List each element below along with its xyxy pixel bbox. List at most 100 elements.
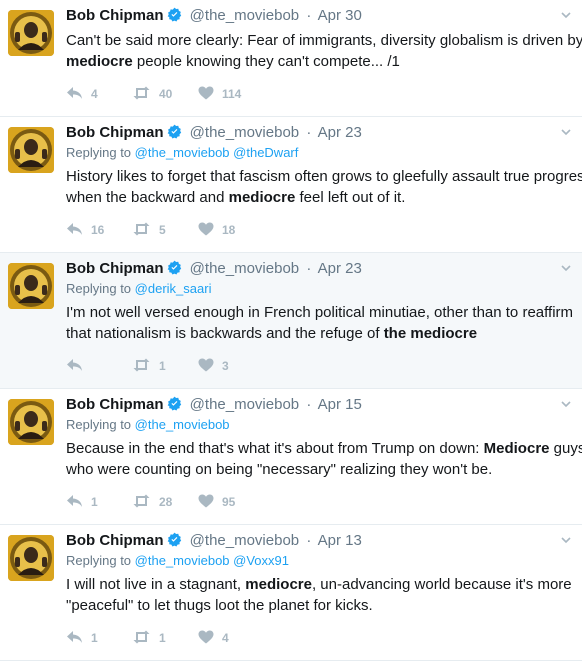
reply-to-link[interactable]: @the_moviebob @Voxx91 <box>135 553 289 568</box>
bold-keyword: mediocre <box>228 189 296 206</box>
tweet-text: Because in the end that's what it's abou… <box>66 438 582 480</box>
tweet-text-line: that nationalism is backwards and the re… <box>66 325 478 342</box>
verified-badge-icon <box>167 7 182 22</box>
user-handle[interactable]: @the_moviebob <box>190 532 299 549</box>
verified-badge-icon <box>167 124 182 139</box>
heart-icon <box>198 358 222 375</box>
tweet-item[interactable]: Bob Chipman @the_moviebob · Apr 30 Can't… <box>0 0 582 117</box>
reply-count: 1 <box>91 631 98 645</box>
verified-badge-icon <box>167 532 182 547</box>
tweet-header: Bob Chipman @the_moviebob · Apr 13 <box>66 531 572 551</box>
chevron-down-icon[interactable] <box>560 125 572 137</box>
like-count: 3 <box>222 359 229 373</box>
tweet-actions: 4 40 114 <box>66 72 572 116</box>
tweet-text: I'm not well versed enough in French pol… <box>66 302 574 344</box>
avatar[interactable] <box>8 127 54 173</box>
like-button[interactable]: 3 <box>198 358 264 375</box>
tweet-text-line: Because in the end that's what it's abou… <box>66 440 582 457</box>
tweet-header: Bob Chipman @the_moviebob · Apr 30 <box>66 6 572 26</box>
reply-to-link[interactable]: @the_moviebob @theDwarf <box>135 145 299 160</box>
user-handle[interactable]: @the_moviebob <box>190 396 299 413</box>
user-display-name[interactable]: Bob Chipman <box>66 396 164 413</box>
tweet-date[interactable]: Apr 15 <box>318 396 362 413</box>
tweet-text-line: Can't be said more clearly: Fear of immi… <box>66 32 582 49</box>
tweet-text-line: when the backward and mediocre feel left… <box>66 189 406 206</box>
replying-to-label: Replying to <box>66 553 132 568</box>
bold-keyword: Mediocre <box>483 440 550 457</box>
tweet-date[interactable]: Apr 23 <box>318 124 362 141</box>
reply-button[interactable]: 1 <box>66 494 132 511</box>
tweet-actions: 16 5 18 <box>66 208 572 252</box>
retweet-count: 1 <box>159 359 166 373</box>
chevron-down-icon[interactable] <box>560 397 572 409</box>
verified-badge-icon <box>167 260 182 275</box>
tweet-header: Bob Chipman @the_moviebob · Apr 23 <box>66 123 572 143</box>
retweet-button[interactable]: 1 <box>132 630 198 647</box>
reply-button[interactable]: 4 <box>66 86 132 103</box>
user-display-name[interactable]: Bob Chipman <box>66 260 164 277</box>
replying-to-label: Replying to <box>66 417 132 432</box>
like-button[interactable]: 4 <box>198 630 264 647</box>
tweet-text-line: History likes to forget that fascism oft… <box>66 168 582 185</box>
reply-to-link[interactable]: @derik_saari <box>135 281 212 296</box>
retweet-count: 40 <box>159 87 173 101</box>
reply-button[interactable]: 16 <box>66 222 132 239</box>
tweet-header: Bob Chipman @the_moviebob · Apr 15 <box>66 395 572 415</box>
like-count: 95 <box>222 495 236 509</box>
tweet-item[interactable]: Bob Chipman @the_moviebob · Apr 23 Reply… <box>0 253 582 389</box>
retweet-button[interactable]: 40 <box>132 86 198 103</box>
reply-to-link[interactable]: @the_moviebob <box>135 417 230 432</box>
user-display-name[interactable]: Bob Chipman <box>66 124 164 141</box>
avatar[interactable] <box>8 263 54 309</box>
reply-icon <box>66 630 91 647</box>
user-display-name[interactable]: Bob Chipman <box>66 7 164 24</box>
like-button[interactable]: 18 <box>198 222 264 239</box>
replying-to-label: Replying to <box>66 281 132 296</box>
bold-keyword: mediocre <box>66 53 133 70</box>
user-handle[interactable]: @the_moviebob <box>190 7 299 24</box>
tweet-actions: 1 28 95 <box>66 480 572 524</box>
reply-button[interactable]: 1 <box>66 630 132 647</box>
chevron-down-icon[interactable] <box>560 533 572 545</box>
tweet-text: History likes to forget that fascism oft… <box>66 166 582 208</box>
retweet-button[interactable]: 5 <box>132 222 198 239</box>
reply-icon <box>66 222 91 239</box>
reply-count: 4 <box>91 87 98 101</box>
like-count: 114 <box>222 87 242 101</box>
tweet-header: Bob Chipman @the_moviebob · Apr 23 <box>66 259 572 279</box>
like-button[interactable]: 114 <box>198 86 264 103</box>
tweet-timeline: Bob Chipman @the_moviebob · Apr 30 Can't… <box>0 0 582 661</box>
tweet-actions: 1 1 4 <box>66 616 572 660</box>
tweet-date[interactable]: Apr 30 <box>318 7 362 24</box>
retweet-button[interactable]: 28 <box>132 494 198 511</box>
tweet-text-line: I'm not well versed enough in French pol… <box>66 304 574 321</box>
tweet-text-line: who were counting on being "necessary" r… <box>66 461 493 478</box>
chevron-down-icon[interactable] <box>560 8 572 20</box>
avatar[interactable] <box>8 10 54 56</box>
tweet-date[interactable]: Apr 13 <box>318 532 362 549</box>
like-button[interactable]: 95 <box>198 494 264 511</box>
reply-count: 16 <box>91 223 105 237</box>
retweet-button[interactable]: 1 <box>132 358 198 375</box>
reply-context: Replying to @the_moviebob <box>66 416 572 434</box>
tweet-item[interactable]: Bob Chipman @the_moviebob · Apr 13 Reply… <box>0 525 582 661</box>
bold-keyword: mediocre <box>245 576 312 593</box>
tweet-text: Can't be said more clearly: Fear of immi… <box>66 30 582 72</box>
retweet-count: 28 <box>159 495 173 509</box>
user-display-name[interactable]: Bob Chipman <box>66 532 164 549</box>
tweet-date[interactable]: Apr 23 <box>318 260 362 277</box>
tweet-item[interactable]: Bob Chipman @the_moviebob · Apr 23 Reply… <box>0 117 582 253</box>
tweet-item[interactable]: Bob Chipman @the_moviebob · Apr 15 Reply… <box>0 389 582 525</box>
separator-dot: · <box>306 532 312 549</box>
retweet-icon <box>132 630 159 647</box>
reply-button[interactable] <box>66 358 132 375</box>
tweet-text-line: I will not live in a stagnant, mediocre,… <box>66 576 572 593</box>
heart-icon <box>198 86 222 103</box>
avatar[interactable] <box>8 399 54 445</box>
user-handle[interactable]: @the_moviebob <box>190 124 299 141</box>
heart-icon <box>198 494 222 511</box>
avatar[interactable] <box>8 535 54 581</box>
user-handle[interactable]: @the_moviebob <box>190 260 299 277</box>
retweet-icon <box>132 494 159 511</box>
chevron-down-icon[interactable] <box>560 261 572 273</box>
